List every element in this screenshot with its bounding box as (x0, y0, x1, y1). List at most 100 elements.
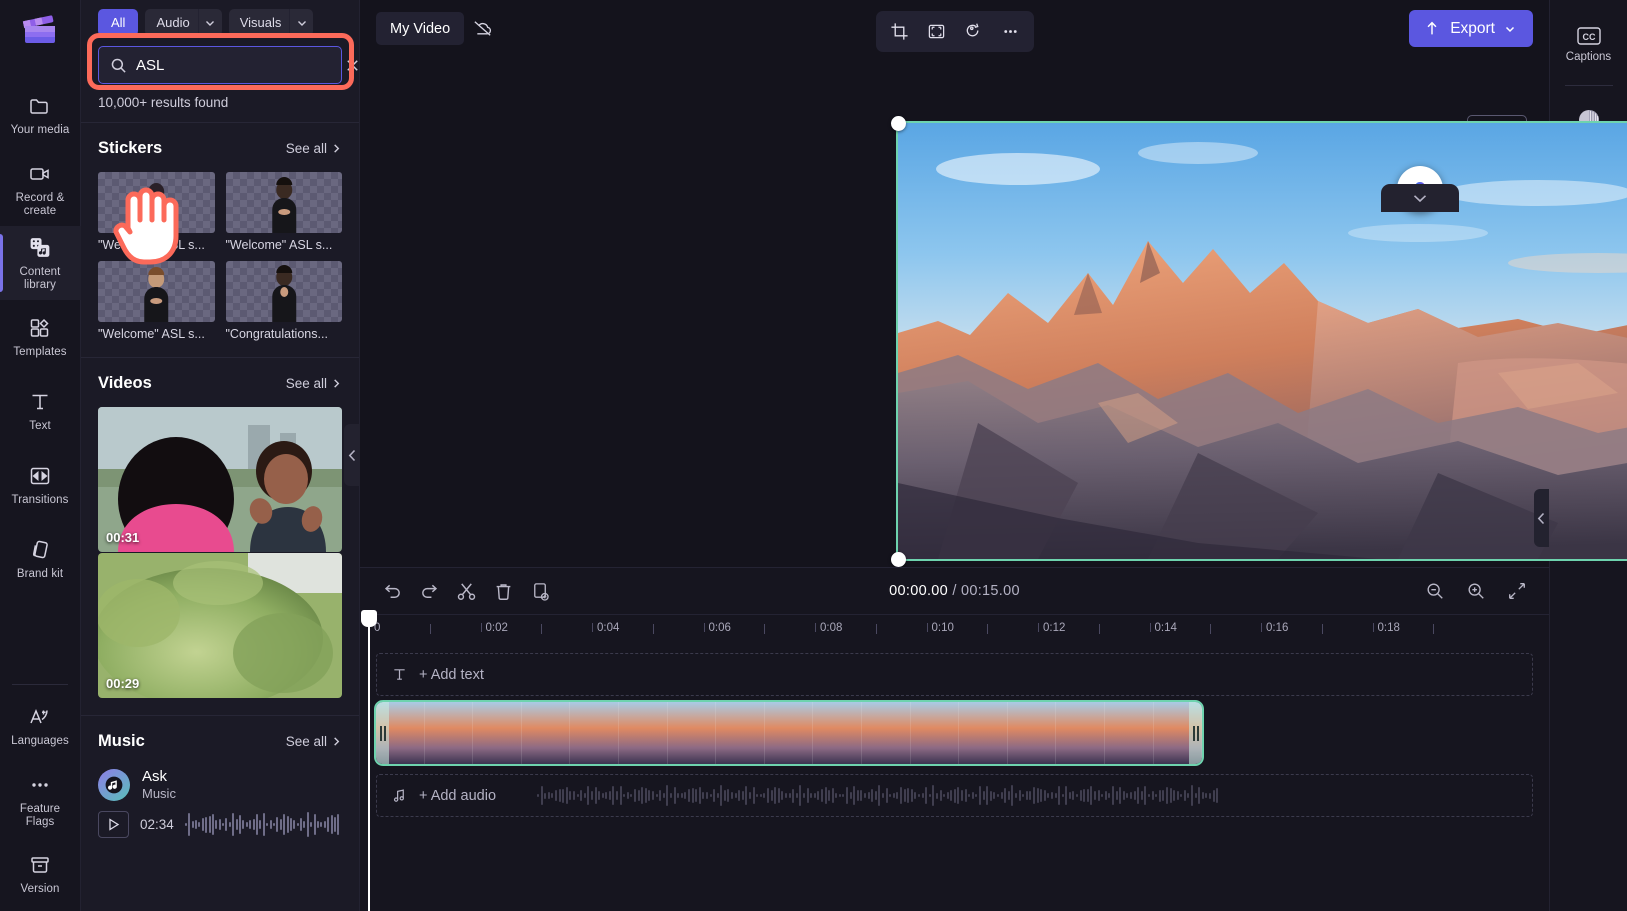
panel-scroll-region[interactable]: Stickers See all "Welcome" ASL s... "Wel… (81, 122, 359, 911)
clip-trim-handle-left[interactable] (376, 702, 389, 764)
sticker-thumbnail (225, 172, 342, 233)
section-stickers: Stickers See all "Welcome" ASL s... "Wel… (81, 122, 359, 357)
project-name-field[interactable]: My Video (376, 12, 465, 45)
sidebar-item-label: Content library (19, 265, 61, 291)
see-all-label: See all (285, 376, 327, 391)
music-list-item[interactable]: Ask Music (98, 765, 342, 802)
clip-trim-handle-right[interactable] (1189, 702, 1202, 764)
ruler-tick: 0:02 (480, 622, 508, 634)
video-preview[interactable] (896, 121, 1627, 561)
timeline-time-display: 00:00.00 / 00:15.00 (889, 583, 1020, 599)
timeline-ruler[interactable]: 0 0:02 0:04 0:06 0:08 0:10 0:12 0:14 0:16 0:18 (368, 614, 1549, 647)
sticker-card[interactable]: "Welcome" ASL s... (225, 172, 342, 252)
clipchamp-logo[interactable] (18, 10, 62, 54)
filmstrip-frame (813, 702, 862, 764)
collapse-right-panel-button[interactable] (1534, 489, 1549, 547)
edit-tools-group (374, 575, 559, 608)
timeline-zoom-in-button[interactable] (1457, 575, 1494, 608)
collapse-preview-button[interactable] (1381, 184, 1459, 212)
templates-icon (27, 315, 53, 341)
add-text-track[interactable]: + Add text (376, 653, 1533, 696)
undo-button[interactable] (374, 575, 411, 608)
duplicate-button[interactable] (522, 575, 559, 608)
sidebar-item-feature-flags[interactable]: Feature Flags (0, 763, 81, 837)
sidebar-item-templates[interactable]: Templates (0, 300, 81, 374)
timeline-playhead[interactable] (361, 610, 377, 911)
playhead-knob[interactable] (361, 610, 377, 627)
more-options-button[interactable] (993, 16, 1028, 47)
delete-button[interactable] (485, 575, 522, 608)
sidebar-item-label: Brand kit (16, 568, 64, 580)
filter-chip-audio[interactable]: Audio (145, 9, 198, 36)
music-waveform (184, 812, 342, 838)
sticker-caption: "Welcome" ASL s... (225, 238, 333, 252)
clear-x-icon[interactable] (344, 57, 361, 74)
ruler-minor-tick (1098, 624, 1100, 634)
sidebar-item-transitions[interactable]: Transitions (0, 448, 81, 522)
chevron-down-icon[interactable] (197, 9, 222, 36)
section-videos: Videos See all 00:31 00:29 (81, 357, 359, 715)
redo-button[interactable] (411, 575, 448, 608)
filmstrip-frame (959, 702, 1008, 764)
fit-timeline-button[interactable] (1498, 575, 1535, 608)
split-button[interactable] (448, 575, 485, 608)
sidebar-item-brand-kit[interactable]: Brand kit (0, 522, 81, 596)
fit-to-frame-button[interactable] (919, 16, 954, 47)
search-icon (110, 57, 127, 74)
sidebar-item-version[interactable]: Version (0, 837, 81, 911)
rail-divider (1564, 85, 1613, 86)
text-t-icon (392, 667, 407, 682)
filter-chip-all[interactable]: All (98, 9, 139, 36)
sidebar-item-text[interactable]: Text (0, 374, 81, 448)
audio-track-waveform (537, 785, 1514, 807)
video-card[interactable]: 00:31 (98, 407, 342, 552)
filmstrip-frame (716, 702, 765, 764)
see-all-stickers-link[interactable]: See all (286, 141, 342, 156)
collapse-panel-button[interactable] (344, 424, 360, 486)
search-box[interactable] (98, 46, 358, 84)
music-play-button[interactable] (98, 811, 129, 838)
see-all-label: See all (285, 734, 327, 749)
ruler-minor-tick (987, 624, 989, 634)
filmstrip-frame (570, 702, 619, 764)
sticker-caption: "Congratulations... (225, 327, 328, 341)
sidebar-item-content-library[interactable]: Content library (0, 226, 81, 300)
ruler-minor-tick (764, 624, 766, 634)
ruler-minor-tick (429, 624, 431, 634)
filter-chip-row: All Audio Visuals (81, 0, 359, 42)
sidebar-item-your-media[interactable]: Your media (0, 78, 81, 152)
tab-label: Captions (1565, 51, 1612, 63)
sticker-card[interactable]: "Welcome" ASL s... (98, 261, 215, 341)
sidebar-item-label: Feature Flags (19, 802, 61, 828)
see-all-videos-link[interactable]: See all (286, 376, 342, 391)
music-subtitle: Music (142, 786, 176, 801)
filmstrip-frame (667, 702, 717, 764)
export-button[interactable]: Export (1409, 10, 1533, 47)
tab-captions[interactable]: CC Captions (1550, 8, 1627, 82)
search-input[interactable] (136, 56, 335, 74)
sticker-card[interactable]: "Congratulations... (225, 261, 342, 341)
timeline-zoom-out-button[interactable] (1416, 575, 1453, 608)
see-all-music-link[interactable]: See all (286, 734, 342, 749)
clipchamp-editor: Your media Record & create Content libra… (0, 0, 1627, 911)
cloud-off-icon[interactable] (464, 12, 500, 45)
sidebar-item-label: Version (20, 883, 60, 895)
time-separator: / (948, 583, 961, 599)
sidebar-item-record-create[interactable]: Record & create (0, 152, 81, 226)
rotate-button[interactable] (956, 16, 991, 47)
video-clip[interactable] (374, 700, 1204, 766)
timeline-zoom-controls (1416, 575, 1535, 608)
sidebar-item-languages[interactable]: Languages (0, 689, 81, 763)
filter-chip-visuals[interactable]: Visuals (228, 9, 290, 36)
ruler-minor-tick (652, 624, 654, 634)
sticker-grid: "Welcome" ASL s... "Welcome" ASL s... "W… (98, 172, 342, 341)
resize-handle-top-left[interactable] (891, 116, 906, 131)
see-all-label: See all (285, 141, 327, 156)
sticker-card[interactable]: "Welcome" ASL s... (98, 172, 215, 252)
chevron-down-icon[interactable] (289, 9, 314, 36)
filmstrip-frame (424, 702, 474, 764)
video-card[interactable]: 00:29 (98, 553, 342, 698)
add-audio-track[interactable]: + Add audio (376, 774, 1533, 817)
crop-button[interactable] (882, 16, 917, 47)
sidebar-item-label: Languages (11, 735, 69, 747)
